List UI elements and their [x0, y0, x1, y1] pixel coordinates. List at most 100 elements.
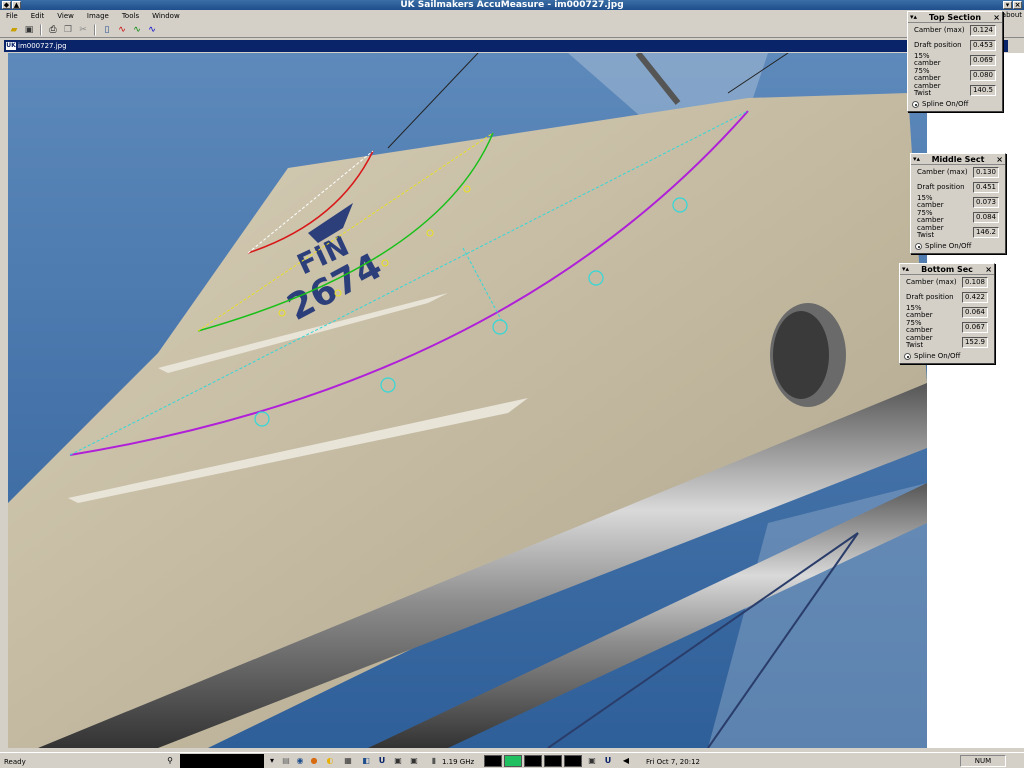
close-icon[interactable]: × — [985, 264, 992, 275]
draft-position-label: Draft position — [906, 293, 954, 301]
camber-max-value: 0.130 — [973, 167, 999, 178]
terminal-icon[interactable]: ▤ — [280, 755, 292, 767]
camber75-label: 75% camber — [914, 67, 941, 82]
draw-red-curve-icon[interactable]: ∿ — [116, 24, 128, 36]
window-minimize-button[interactable]: ▾ — [1003, 1, 1012, 9]
toolbar-separator — [40, 23, 42, 36]
camber15-value: 0.064 — [962, 307, 988, 318]
draft-position-label: Draft position — [917, 183, 965, 191]
top-section-panel: ▾▴ Top Section × Camber (max) 0.124 Draft… — [907, 11, 1003, 112]
camber15-label: 15% camber — [917, 194, 944, 209]
menu-view[interactable]: View — [57, 12, 74, 20]
status-bar: Ready ⚲ ▾ ▤ ◉ ● ◐ ▦ ◧ U ▣ ▣ ▮ 1.19 GHz ▣… — [0, 752, 1024, 768]
camber75-label: 75% camber — [906, 319, 933, 334]
window-icon[interactable]: ▣ — [586, 755, 598, 767]
menu-edit[interactable]: Edit — [31, 12, 45, 20]
window-menu-button[interactable]: ◆ — [2, 1, 11, 9]
app-title-bar: ◆ ▲ UK Sailmakers AccuMeasure - im000727… — [0, 0, 1024, 10]
copy-icon[interactable]: ❐ — [62, 24, 74, 36]
status-text: Ready — [4, 758, 26, 766]
camber-max-label: Camber (max) — [906, 278, 957, 286]
toolbar-separator — [94, 23, 96, 36]
cpu-monitor-icon: ▮ — [431, 756, 437, 765]
window-list-icon[interactable]: ▣ — [408, 755, 420, 767]
draft-position-value: 0.451 — [973, 182, 999, 193]
menu-file[interactable]: File — [6, 12, 18, 20]
spline-label: Spline On/Off — [925, 242, 972, 250]
menu-about[interactable]: about — [1002, 11, 1022, 19]
window-close-button[interactable]: × — [1013, 1, 1022, 9]
camber-max-value: 0.124 — [970, 25, 996, 36]
draft-position-value: 0.422 — [962, 292, 988, 303]
page-icon[interactable]: ▯ — [101, 24, 113, 36]
draw-blue-curve-icon[interactable]: ∿ — [146, 24, 158, 36]
draw-green-curve-icon[interactable]: ∿ — [131, 24, 143, 36]
image-canvas[interactable]: FIN 2674 — [8, 53, 927, 748]
twist-label: camber Twist — [917, 224, 944, 239]
calculator-icon[interactable]: ▦ — [342, 755, 354, 767]
camber75-value: 0.084 — [973, 212, 999, 223]
collapse-icon[interactable]: ▾▴ — [902, 264, 909, 275]
print-icon[interactable]: ⎙ — [47, 24, 59, 36]
window-title: UK Sailmakers AccuMeasure - im000727.jpg — [400, 0, 624, 10]
close-icon[interactable]: × — [993, 12, 1000, 23]
panel-header[interactable]: ▾▴ Middle Sect × — [911, 154, 1005, 165]
twist-label: camber Twist — [906, 334, 933, 349]
clock[interactable]: Fri Oct 7, 20:12 — [646, 758, 700, 766]
workspace-3[interactable] — [524, 755, 542, 767]
workspace-5[interactable] — [564, 755, 582, 767]
speaker-icon[interactable]: ◀ — [620, 755, 632, 767]
spline-toggle[interactable]: Spline On/Off — [908, 98, 1002, 111]
menu-tools[interactable]: Tools — [122, 12, 139, 20]
spline-label: Spline On/Off — [914, 352, 961, 360]
taskbar-command-box[interactable] — [180, 754, 264, 768]
bottom-section-panel: ▾▴ Bottom Sec × Camber (max) 0.108 Draft … — [899, 263, 995, 364]
menu-window[interactable]: Window — [152, 12, 180, 20]
camber15-value: 0.073 — [973, 197, 999, 208]
window-list-icon[interactable]: ▣ — [392, 755, 404, 767]
collapse-icon[interactable]: ▾▴ — [913, 154, 920, 165]
spline-toggle[interactable]: Spline On/Off — [911, 240, 1005, 253]
chevron-down-icon[interactable]: ▾ — [266, 755, 278, 767]
cpu-frequency: 1.19 GHz — [442, 758, 475, 766]
radio-icon[interactable] — [912, 101, 919, 108]
twist-value: 146.2 — [973, 227, 999, 238]
firefox-icon[interactable]: ● — [308, 755, 320, 767]
num-lock-indicator: NUM — [960, 755, 1006, 767]
spar-tube-opening — [773, 311, 829, 399]
cut-icon[interactable]: ✂ — [77, 24, 89, 36]
uk-app-icon[interactable]: U — [376, 755, 388, 767]
globe-icon[interactable]: ◉ — [294, 755, 306, 767]
app-icon[interactable]: ◧ — [360, 755, 372, 767]
menu-image[interactable]: Image — [87, 12, 109, 20]
uk-logo-icon: UK — [6, 42, 16, 50]
gnome-foot-icon[interactable]: ⚲ — [164, 755, 176, 767]
panel-header[interactable]: ▾▴ Top Section × — [908, 12, 1002, 23]
workspace-2[interactable] — [504, 755, 522, 767]
radio-icon[interactable] — [915, 243, 922, 250]
draft-position-value: 0.453 — [970, 40, 996, 51]
panel-title: Bottom Sec — [921, 265, 973, 274]
workspace-1[interactable] — [484, 755, 502, 767]
collapse-icon[interactable]: ▾▴ — [910, 12, 917, 23]
open-folder-icon[interactable]: ▰ — [8, 24, 20, 36]
toolbar: ▰ ▣ ⎙ ❐ ✂ ▯ ∿ ∿ ∿ — [0, 22, 1024, 38]
camber75-value: 0.067 — [962, 322, 988, 333]
radio-icon[interactable] — [904, 353, 911, 360]
camber75-label: 75% camber — [917, 209, 944, 224]
window-restore-button[interactable]: ▲ — [12, 1, 21, 9]
camber15-label: 15% camber — [906, 304, 933, 319]
panel-header[interactable]: ▾▴ Bottom Sec × — [900, 264, 994, 275]
panel-title: Middle Sect — [931, 155, 985, 164]
uk-app-icon[interactable]: U — [602, 755, 614, 767]
twist-value: 140.5 — [970, 85, 996, 96]
spline-toggle[interactable]: Spline On/Off — [900, 350, 994, 363]
workspace-4[interactable] — [544, 755, 562, 767]
close-icon[interactable]: × — [996, 154, 1003, 165]
camber-max-label: Camber (max) — [914, 26, 965, 34]
camber15-value: 0.069 — [970, 55, 996, 66]
draft-position-label: Draft position — [914, 41, 962, 49]
camber-max-value: 0.108 — [962, 277, 988, 288]
shell-icon[interactable]: ◐ — [324, 755, 336, 767]
save-icon[interactable]: ▣ — [23, 24, 35, 36]
